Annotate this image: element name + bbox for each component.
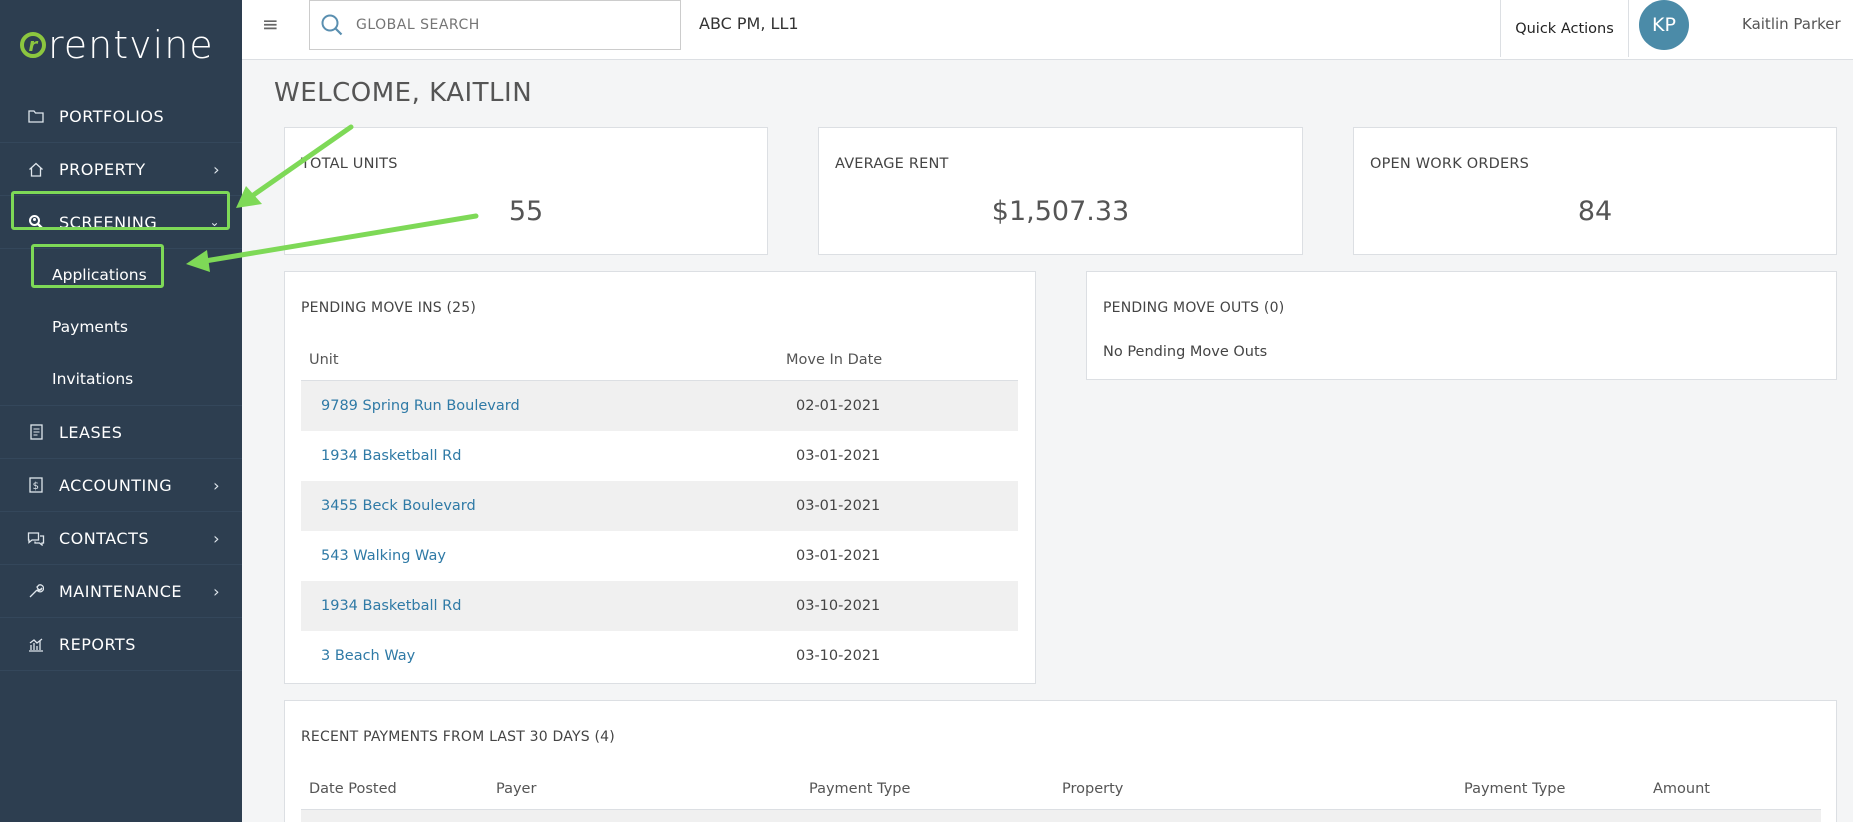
unit-link[interactable]: 9789 Spring Run Boulevard: [321, 398, 520, 414]
stat-value: 55: [508, 196, 544, 227]
stat-card-open-work-orders: OPEN WORK ORDERS 84: [1353, 127, 1837, 255]
rentvine-logo[interactable]: r rentvine: [0, 0, 242, 90]
home-icon: [27, 162, 45, 177]
sidebar-item-label: REPORTS: [59, 634, 136, 654]
search-input[interactable]: [356, 17, 656, 33]
table-row: 3455 Beck Boulevard 03-01-2021: [301, 481, 1018, 531]
logo-mark-icon: r: [20, 32, 46, 58]
chat-icon: [27, 531, 45, 546]
column-header-payment-type[interactable]: Payment Type: [809, 781, 910, 797]
hamburger-menu-icon[interactable]: ≡: [262, 12, 279, 36]
sidebar-item-label: SCREENING: [59, 212, 158, 232]
sidebar-item-portfolios[interactable]: PORTFOLIOS: [0, 90, 242, 143]
move-in-date: 03-01-2021: [796, 548, 881, 564]
table-row: [301, 810, 1821, 822]
stat-card-total-units: TOTAL UNITS 55: [284, 127, 768, 255]
move-in-date: 03-01-2021: [796, 448, 881, 464]
document-icon: [27, 424, 45, 440]
column-header-date-posted[interactable]: Date Posted: [309, 781, 397, 797]
table-row: 543 Walking Way 03-01-2021: [301, 531, 1018, 581]
chevron-right-icon: ›: [213, 475, 220, 495]
sidebar-item-leases[interactable]: LEASES: [0, 406, 242, 459]
sidebar-item-contacts[interactable]: CONTACTS ›: [0, 512, 242, 565]
sidebar-item-label: PROPERTY: [59, 159, 146, 179]
move-in-date: 03-10-2021: [796, 648, 881, 664]
unit-link[interactable]: 1934 Basketball Rd: [321, 598, 461, 614]
column-header-amount[interactable]: Amount: [1653, 781, 1710, 797]
chevron-right-icon: ›: [213, 528, 220, 548]
sidebar-item-accounting[interactable]: $ ACCOUNTING ›: [0, 459, 242, 512]
unit-link[interactable]: 1934 Basketball Rd: [321, 448, 461, 464]
svg-text:$: $: [33, 481, 40, 492]
sidebar-item-property[interactable]: PROPERTY ›: [0, 143, 242, 196]
table-row: 9789 Spring Run Boulevard 02-01-2021: [301, 381, 1018, 431]
column-header-payer[interactable]: Payer: [496, 781, 536, 797]
chart-icon: [27, 637, 45, 652]
avatar[interactable]: KP: [1639, 0, 1689, 50]
sidebar-item-maintenance[interactable]: MAINTENANCE ›: [0, 565, 242, 618]
wrench-icon: [27, 583, 45, 599]
global-search[interactable]: [309, 0, 681, 50]
table-row: 1934 Basketball Rd 03-01-2021: [301, 431, 1018, 481]
sidebar-item-label: CONTACTS: [59, 528, 150, 548]
search-icon: [321, 14, 343, 36]
column-header-unit[interactable]: Unit: [309, 352, 339, 368]
move-in-date: 02-01-2021: [796, 398, 881, 414]
sidebar: r rentvine PORTFOLIOS PROPERTY › SCREENI…: [0, 0, 242, 822]
panel-title: RECENT PAYMENTS FROM LAST 30 DAYS (4): [301, 729, 615, 745]
panel-title: PENDING MOVE INS (25): [301, 300, 477, 316]
stat-label: AVERAGE RENT: [835, 156, 949, 172]
sidebar-subitem-invitations[interactable]: Invitations: [0, 353, 242, 405]
company-selector[interactable]: ABC PM, LL1: [699, 14, 799, 33]
sidebar-subitem-payments[interactable]: Payments: [0, 301, 242, 353]
page-title: WELCOME, KAITLIN: [274, 78, 533, 108]
folder-icon: [27, 109, 45, 123]
pending-move-outs-panel: PENDING MOVE OUTS (0) No Pending Move Ou…: [1086, 271, 1837, 380]
recent-payments-panel: RECENT PAYMENTS FROM LAST 30 DAYS (4) Da…: [284, 700, 1837, 822]
quick-actions-button[interactable]: Quick Actions: [1500, 0, 1629, 57]
stat-value: $1,507.33: [991, 196, 1130, 227]
sidebar-item-screening[interactable]: SCREENING ⌄: [0, 196, 242, 249]
screening-submenu: Applications Payments Invitations: [0, 249, 242, 406]
chevron-down-icon: ⌄: [209, 215, 220, 229]
stat-label: OPEN WORK ORDERS: [1370, 156, 1530, 172]
unit-link[interactable]: 543 Walking Way: [321, 548, 446, 564]
logo-text: rentvine: [48, 23, 214, 67]
topbar: ≡ ABC PM, LL1 Quick Actions KP Kaitlin P…: [242, 0, 1853, 60]
unit-link[interactable]: 3 Beach Way: [321, 648, 415, 664]
chevron-right-icon: ›: [213, 581, 220, 601]
dollar-icon: $: [27, 477, 45, 493]
panel-title: PENDING MOVE OUTS (0): [1103, 300, 1285, 316]
chevron-right-icon: ›: [213, 159, 220, 179]
pending-move-ins-panel: PENDING MOVE INS (25) Unit Move In Date …: [284, 271, 1036, 684]
move-in-date: 03-01-2021: [796, 498, 881, 514]
sidebar-item-label: LEASES: [59, 422, 123, 442]
column-header-move-in-date[interactable]: Move In Date: [786, 352, 882, 368]
unit-link[interactable]: 3455 Beck Boulevard: [321, 498, 476, 514]
move-in-date: 03-10-2021: [796, 598, 881, 614]
user-name[interactable]: Kaitlin Parker: [1742, 15, 1841, 33]
sidebar-item-label: ACCOUNTING: [59, 475, 173, 495]
stat-value: 84: [1577, 196, 1613, 227]
column-header-payment-type-2[interactable]: Payment Type: [1464, 781, 1565, 797]
table-row: 3 Beach Way 03-10-2021: [301, 631, 1018, 681]
table-row: 1934 Basketball Rd 03-10-2021: [301, 581, 1018, 631]
sidebar-item-label: MAINTENANCE: [59, 581, 182, 601]
column-header-property[interactable]: Property: [1062, 781, 1123, 797]
stat-label: TOTAL UNITS: [301, 156, 398, 172]
sidebar-subitem-applications[interactable]: Applications: [0, 249, 242, 301]
sidebar-item-label: PORTFOLIOS: [59, 106, 165, 126]
search-user-icon: [27, 214, 45, 230]
sidebar-item-reports[interactable]: REPORTS: [0, 618, 242, 671]
stat-card-average-rent: AVERAGE RENT $1,507.33: [818, 127, 1303, 255]
empty-state-text: No Pending Move Outs: [1103, 344, 1268, 360]
